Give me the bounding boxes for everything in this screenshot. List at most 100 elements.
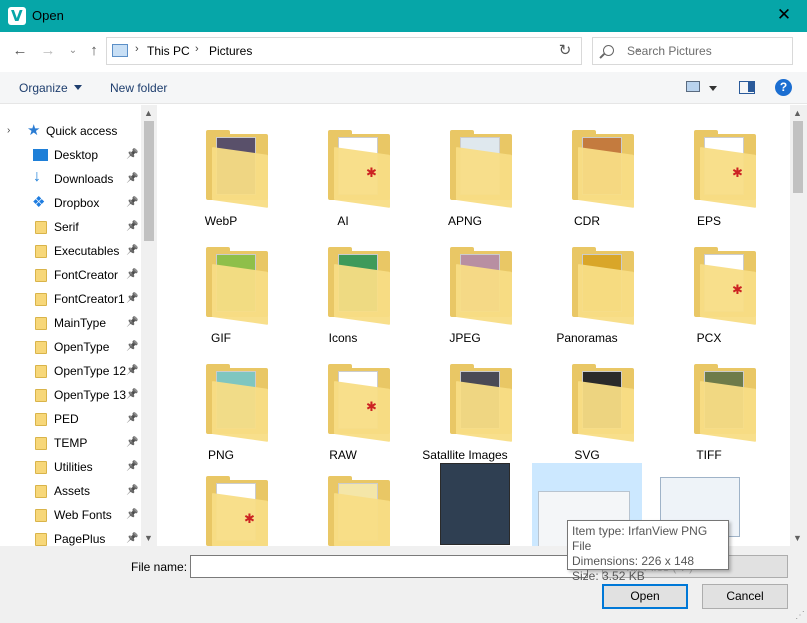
forward-arrow-icon[interactable]: → <box>38 41 58 61</box>
scroll-up-arrow-icon[interactable]: ▲ <box>793 108 802 118</box>
file-item-item-17[interactable] <box>288 463 398 546</box>
address-bar[interactable]: › This PC › Pictures ⌄ ↻ <box>106 37 642 65</box>
file-item-eps[interactable]: ✱ EPS <box>654 117 764 229</box>
star-icon: ★ <box>27 122 41 139</box>
sidebar-item-pageplus[interactable]: PagePlus 📌 <box>0 527 140 546</box>
sidebar-item-web-fonts[interactable]: Web Fonts 📌 <box>0 503 140 527</box>
file-item-cdr[interactable]: CDR <box>532 117 642 229</box>
sidebar-item-fontcreator[interactable]: FontCreator 📌 <box>0 263 140 287</box>
sidebar-item-downloads[interactable]: ↓ Downloads 📌 <box>0 167 140 191</box>
file-item-webp[interactable]: WebP <box>166 117 276 229</box>
file-list-scroll-thumb[interactable] <box>793 121 803 193</box>
scroll-up-arrow-icon[interactable]: ▲ <box>144 108 153 118</box>
resize-grip-icon[interactable]: ⋰ <box>795 610 805 621</box>
sidebar-item-serif[interactable]: Serif 📌 <box>0 215 140 239</box>
file-item-label: WebP <box>204 214 238 228</box>
pin-icon[interactable]: 📌 <box>126 269 138 280</box>
pin-icon[interactable]: 📌 <box>126 413 138 424</box>
open-button[interactable]: Open <box>602 584 688 609</box>
search-box[interactable] <box>592 37 793 65</box>
sidebar-item-fontcreator1[interactable]: FontCreator1 📌 <box>0 287 140 311</box>
file-item-label: PNG <box>207 448 234 462</box>
pin-icon[interactable]: 📌 <box>126 533 138 544</box>
pin-icon[interactable]: 📌 <box>126 461 138 472</box>
file-item-ai[interactable]: ✱ AI <box>288 117 398 229</box>
search-input[interactable] <box>625 41 785 61</box>
file-item-pcx[interactable]: ✱ PCX <box>654 234 764 346</box>
sidebar-item-opentype[interactable]: OpenType 📌 <box>0 335 140 359</box>
file-item-gif[interactable]: GIF <box>166 234 276 346</box>
expand-chevron-icon[interactable]: › <box>7 125 10 136</box>
sidebar-item-quick-access[interactable]: › ★ Quick access <box>0 119 140 143</box>
pin-icon[interactable]: 📌 <box>126 365 138 376</box>
sidebar-scrollbar[interactable]: ▲ ▼ <box>141 105 157 546</box>
sidebar-item-opentype-13[interactable]: OpenType 13. 📌 <box>0 383 140 407</box>
file-item-panoramas[interactable]: Panoramas <box>532 234 642 346</box>
sidebar-item-temp[interactable]: TEMP 📌 <box>0 431 140 455</box>
file-item-tiff[interactable]: TIFF <box>654 351 764 463</box>
pin-icon[interactable]: 📌 <box>126 389 138 400</box>
file-item-svg[interactable]: SVG <box>532 351 642 463</box>
sidebar-item-assets[interactable]: Assets 📌 <box>0 479 140 503</box>
file-type-mark-icon: ✱ <box>732 165 743 180</box>
file-item-label: Icons <box>328 331 358 345</box>
file-item-satallite-images[interactable]: Satallite Images <box>410 351 520 463</box>
pin-icon[interactable]: 📌 <box>126 509 138 520</box>
file-type-mark-icon: ✱ <box>366 165 377 180</box>
file-list-scrollbar[interactable]: ▲ ▼ <box>790 105 807 546</box>
view-options-caret-icon[interactable] <box>709 86 717 91</box>
up-arrow-icon[interactable]: ↑ <box>84 41 104 61</box>
sidebar-item-maintype[interactable]: MainType 📌 <box>0 311 140 335</box>
folder-icon <box>35 317 47 330</box>
file-item-label: Satallite Images <box>422 448 508 462</box>
file-item-jpeg[interactable]: JPEG <box>410 234 520 346</box>
folder-icon <box>456 147 512 208</box>
pin-icon[interactable]: 📌 <box>126 245 138 256</box>
recent-locations-chevron-icon[interactable]: ⌄ <box>63 41 83 61</box>
change-view-icon[interactable] <box>686 81 700 92</box>
sidebar-scroll-thumb[interactable] <box>144 121 154 241</box>
file-item-item-16[interactable]: ✱ <box>166 463 276 546</box>
sidebar-item-utilities[interactable]: Utilities 📌 <box>0 455 140 479</box>
breadcrumb-chevron-icon[interactable]: › <box>135 43 139 55</box>
file-item-item-18[interactable] <box>410 463 520 546</box>
pin-icon[interactable]: 📌 <box>126 197 138 208</box>
folder-icon <box>35 221 47 234</box>
pin-icon[interactable]: 📌 <box>126 173 138 184</box>
pin-icon[interactable]: 📌 <box>126 341 138 352</box>
pin-icon[interactable]: 📌 <box>126 293 138 304</box>
breadcrumb-this-pc[interactable]: This PC <box>147 44 190 58</box>
scroll-down-arrow-icon[interactable]: ▼ <box>144 533 153 543</box>
new-folder-button[interactable]: New folder <box>110 81 167 95</box>
organize-menu[interactable]: Organize <box>19 81 82 95</box>
pin-icon[interactable]: 📌 <box>126 317 138 328</box>
sidebar-item-label: OpenType 12. <box>54 364 126 378</box>
file-item-apng[interactable]: APNG <box>410 117 520 229</box>
pin-icon[interactable]: 📌 <box>126 149 138 160</box>
file-name-input[interactable] <box>190 555 588 578</box>
pin-icon[interactable]: 📌 <box>126 221 138 232</box>
back-arrow-icon[interactable]: ← <box>10 41 30 61</box>
sidebar-item-ped[interactable]: PED 📌 <box>0 407 140 431</box>
file-item-icons[interactable]: Icons <box>288 234 398 346</box>
sidebar-item-executables[interactable]: Executables 📌 <box>0 239 140 263</box>
sidebar-item-dropbox[interactable]: ❖ Dropbox 📌 <box>0 191 140 215</box>
file-item-png[interactable]: PNG <box>166 351 276 463</box>
folder-icon <box>212 381 268 442</box>
pin-icon[interactable]: 📌 <box>126 485 138 496</box>
close-button[interactable]: ✕ <box>761 0 807 32</box>
tooltip-size: Size: 3.52 KB <box>572 569 645 583</box>
file-item-raw[interactable]: ✱ RAW <box>288 351 398 463</box>
pin-icon[interactable]: 📌 <box>126 437 138 448</box>
sidebar-item-desktop[interactable]: Desktop 📌 <box>0 143 140 167</box>
file-item-label: APNG <box>447 214 482 228</box>
breadcrumb-pictures[interactable]: Pictures <box>209 44 252 58</box>
refresh-icon[interactable]: ↻ <box>552 38 578 64</box>
scroll-down-arrow-icon[interactable]: ▼ <box>793 533 802 543</box>
breadcrumb-chevron-icon[interactable]: › <box>195 43 199 55</box>
cancel-button[interactable]: Cancel <box>702 584 788 609</box>
sidebar-item-opentype-12[interactable]: OpenType 12. 📌 <box>0 359 140 383</box>
preview-pane-icon[interactable] <box>739 81 755 94</box>
help-icon[interactable]: ? <box>775 79 792 96</box>
folder-icon <box>578 264 634 325</box>
